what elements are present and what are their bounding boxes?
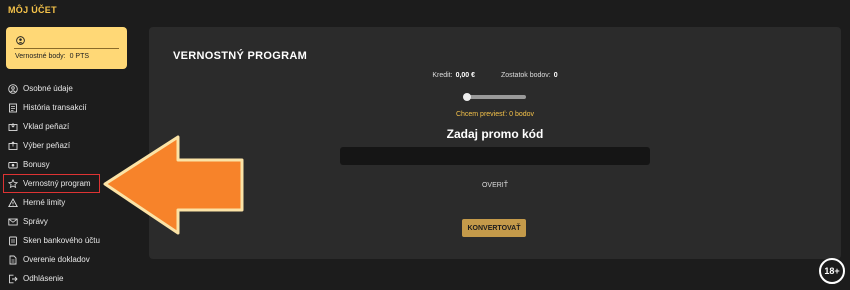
account-card: Vernostné body: 0 PTS [6,27,127,69]
document-icon [9,255,17,264]
loyalty-points-value: 0 PTS [69,53,90,60]
user-avatar-icon [16,36,25,45]
promo-code-input[interactable] [340,147,650,165]
points-balance-label: Zostatok bodov: [500,72,551,79]
slider-thumb[interactable] [463,93,471,101]
mail-icon [8,218,18,225]
logout-icon [9,274,18,283]
bonus-icon [8,161,18,168]
sidebar-item-personal-info[interactable]: Osobné údaje [0,79,140,98]
points-balance-value: 0 [553,72,558,79]
verify-button[interactable]: OVERIŤ [149,182,841,189]
orange-arrow-annotation [103,135,244,235]
sidebar-item-loyalty-program[interactable]: Vernostný program [3,174,100,193]
promo-code-title: Zadaj promo kód [446,127,544,141]
loyalty-program-panel: VERNOSTNÝ PROGRAM Kredit: 0,00 € Zostatok… [149,27,841,259]
sidebar-item-label: Vernostný program [23,179,91,188]
sidebar-item-label: Overenie dokladov [23,255,90,264]
sidebar-item-label: Osobné údaje [23,84,73,93]
panel-title: VERNOSTNÝ PROGRAM [173,50,308,62]
page-title: MÔJ ÚČET [8,5,57,15]
history-icon [9,103,17,112]
warning-icon [8,197,18,207]
scan-icon [9,236,17,245]
star-icon [8,178,18,188]
sidebar-item-label: Výber peňazí [23,141,71,150]
account-card-divider [14,48,119,49]
points-slider[interactable] [463,93,526,101]
sidebar-item-label: Vklad peňazí [23,122,70,131]
credit-label: Kredit: [432,72,453,79]
sidebar-item-logout[interactable]: Odhlásenie [0,269,140,288]
balances-row: Kredit: 0,00 € Zostatok bodov: 0 [149,72,841,79]
sidebar-item-label: História transakcií [23,103,87,112]
credit-value: 0,00 € [455,72,476,79]
age-restriction-badge: 18+ [819,258,845,284]
sidebar-item-document-verification[interactable]: Overenie dokladov [0,250,140,269]
sidebar-item-transaction-history[interactable]: História transakcií [0,98,140,117]
user-circle-icon [8,83,18,94]
convert-hint: Chcem previesť: 0 bodov [455,111,535,118]
convert-button[interactable]: KONVERTOVAŤ [462,219,526,237]
loyalty-points: Vernostné body: 0 PTS [15,53,89,60]
loyalty-points-label: Vernostné body: [15,53,66,60]
withdraw-icon [8,140,18,150]
sidebar-item-label: Herné limity [23,198,66,207]
sidebar-item-label: Správy [23,217,48,226]
sidebar-item-deposit[interactable]: Vklad peňazí [0,117,140,136]
sidebar-item-label: Odhlásenie [23,274,64,283]
sidebar-item-label: Bonusy [23,160,50,169]
deposit-icon [8,122,18,131]
sidebar-item-label: Sken bankového účtu [23,236,100,245]
